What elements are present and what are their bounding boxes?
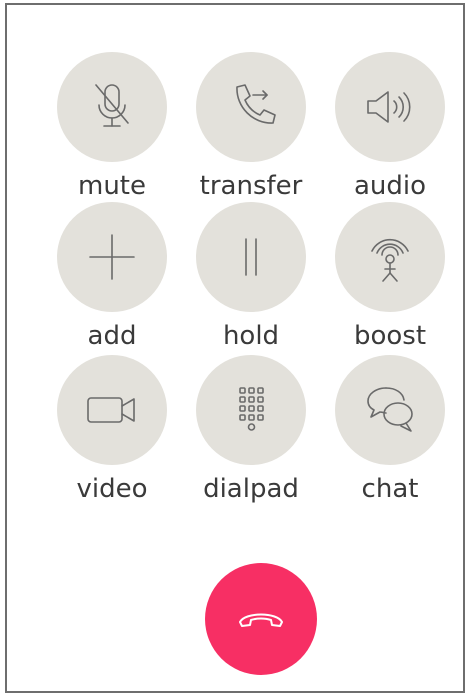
- speaker-icon: [367, 91, 411, 123]
- boost-button[interactable]: [335, 202, 445, 312]
- pause-icon: [245, 238, 257, 276]
- video-camera-icon: [87, 397, 135, 423]
- add-control: add: [57, 202, 167, 352]
- audio-control: audio: [335, 52, 445, 202]
- audio-button[interactable]: [335, 52, 445, 162]
- mute-control: mute: [57, 52, 167, 202]
- chat-button[interactable]: [335, 355, 445, 465]
- transfer-label: transfer: [199, 171, 303, 201]
- transfer-button[interactable]: [196, 52, 306, 162]
- hold-button[interactable]: [196, 202, 306, 312]
- mute-label: mute: [78, 171, 146, 201]
- chat-control: chat: [335, 355, 445, 505]
- boost-label: boost: [353, 321, 427, 351]
- plus-icon: [89, 234, 135, 280]
- dialpad-button[interactable]: [196, 355, 306, 465]
- audio-label: audio: [353, 171, 427, 201]
- video-control: video: [57, 355, 167, 505]
- add-label: add: [87, 321, 137, 351]
- phone-transfer-icon: [236, 84, 276, 124]
- dialpad-control: dialpad: [196, 355, 306, 505]
- end-call-button[interactable]: [205, 563, 317, 675]
- transfer-control: transfer: [196, 52, 306, 202]
- call-controls-panel: mute transfer audio add hold boost video…: [5, 3, 465, 693]
- hold-control: hold: [196, 202, 306, 352]
- chat-bubbles-icon: [367, 387, 413, 432]
- hold-label: hold: [222, 321, 280, 351]
- chat-label: chat: [361, 474, 419, 504]
- boost-control: boost: [335, 202, 445, 352]
- hang-up-icon: [239, 613, 283, 627]
- signal-boost-icon: [371, 238, 409, 282]
- add-button[interactable]: [57, 202, 167, 312]
- dialpad-label: dialpad: [203, 474, 299, 504]
- video-button[interactable]: [57, 355, 167, 465]
- video-label: video: [76, 474, 148, 504]
- mute-button[interactable]: [57, 52, 167, 162]
- microphone-muted-icon: [95, 84, 129, 127]
- dialpad-icon: [239, 387, 264, 431]
